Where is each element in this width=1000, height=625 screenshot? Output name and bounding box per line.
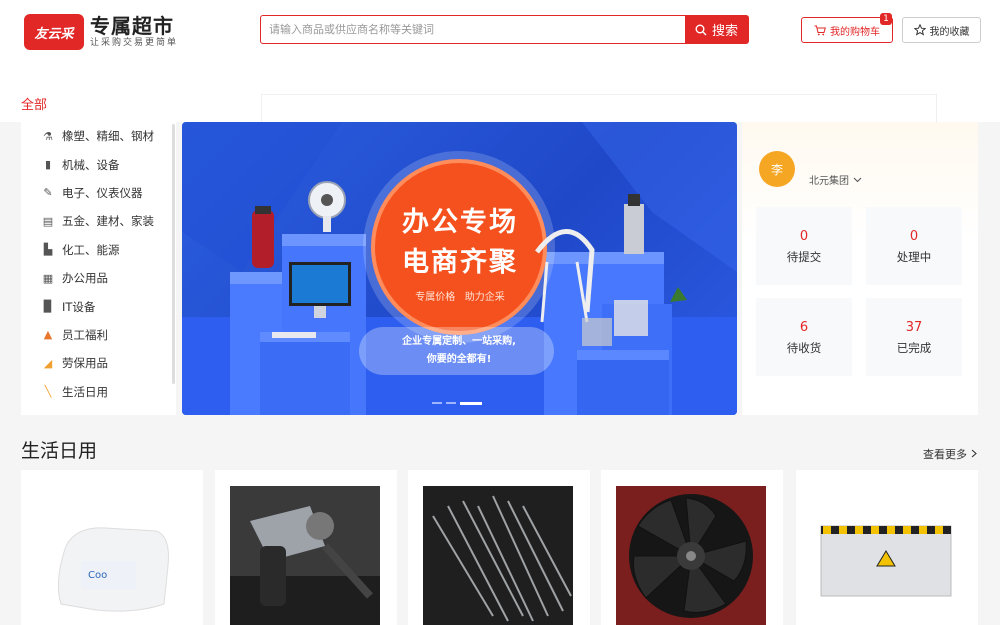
user-panel: 李 北元集团 0 待提交 0 处理中 6 待收货 37 已完成 — [742, 122, 978, 415]
favorites-button[interactable]: 我的收藏 — [902, 17, 981, 43]
category-scrollbar[interactable] — [172, 124, 175, 384]
nav-all-categories[interactable]: 全部 — [21, 94, 47, 113]
banner-title-line2: 电商齐聚 — [402, 247, 518, 278]
category-item[interactable]: ▮ 机械、设备 — [21, 150, 176, 178]
gift-icon: ▲ — [43, 328, 53, 342]
search-button[interactable]: 搜索 — [685, 16, 748, 43]
printer-icon: ▤ — [42, 214, 54, 228]
category-item[interactable]: ▙ 化工、能源 — [21, 236, 176, 264]
stat-count: 0 — [909, 228, 919, 244]
stat-label: 待收货 — [786, 340, 822, 355]
product-card[interactable] — [408, 470, 590, 625]
search-icon — [695, 24, 707, 35]
section-title: 生活日用 — [21, 440, 98, 462]
product-image: Coo — [36, 486, 186, 625]
cart-label: 我的购物车 — [830, 26, 880, 38]
site-logo[interactable]: 友云采 专属超市 让采购交易更简单 — [24, 14, 178, 50]
brush-icon: ╲ — [44, 385, 52, 399]
flask-icon: ▙ — [43, 243, 53, 257]
product-image — [616, 486, 766, 625]
favorites-label: 我的收藏 — [929, 26, 970, 38]
category-item[interactable]: ✎ 电子、仪表仪器 — [21, 179, 176, 207]
category-item[interactable]: ⚗ 橡塑、精细、钢材 — [21, 122, 176, 150]
cart-button[interactable]: 我的购物车 1 — [801, 13, 893, 43]
product-image — [423, 486, 573, 625]
safety-icon: ◢ — [43, 356, 53, 370]
product-card[interactable] — [215, 470, 397, 625]
company-selector[interactable]: 北元集团 — [809, 172, 862, 187]
category-sidebar: ⚗ 橡塑、精细、钢材 ▮ 机械、设备 ✎ 电子、仪表仪器 ▤ 五金、建材、家装 ▙ 化工、… — [21, 122, 176, 415]
chemical-icon: ⚗ — [43, 129, 53, 143]
stat-label: 已完成 — [896, 340, 932, 355]
stat-label: 处理中 — [896, 249, 932, 264]
stat-processing[interactable]: 0 处理中 — [866, 207, 962, 285]
product-card[interactable] — [796, 470, 978, 625]
stat-label: 待提交 — [786, 249, 822, 264]
stat-completed[interactable]: 37 已完成 — [866, 298, 962, 376]
category-item[interactable]: ▉ IT设备 — [21, 292, 176, 320]
document-icon: ▮ — [44, 158, 52, 172]
stat-pending-submit[interactable]: 0 待提交 — [756, 207, 852, 285]
office-icon: ▦ — [42, 271, 54, 285]
svg-text:Coo: Coo — [88, 570, 107, 581]
pen-icon: ✎ — [43, 186, 53, 200]
view-more-label: 查看更多 — [923, 448, 967, 461]
cart-count-badge: 1 — [880, 13, 892, 25]
banner-title-line1: 办公专场 — [402, 207, 518, 238]
nav-bar — [261, 94, 937, 122]
chevron-right-icon — [971, 449, 977, 458]
star-icon — [913, 24, 926, 36]
category-item[interactable]: ▲ 员工福利 — [21, 321, 176, 349]
banner-active-dot — [460, 402, 482, 405]
category-item[interactable]: ▦ 办公用品 — [21, 264, 176, 292]
site-header: 友云采 专属超市 让采购交易更简单 搜索 我的购物车 1 我的收藏 全部 — [0, 0, 1000, 122]
banner-slogan-line1: 企业专属定制、一站采购, — [402, 336, 516, 347]
company-name: 北元集团 — [809, 176, 849, 187]
stat-count: 37 — [905, 319, 923, 335]
avatar[interactable]: 李 — [759, 151, 795, 187]
search-button-label: 搜索 — [711, 24, 738, 39]
product-image — [230, 486, 380, 625]
stat-pending-receipt[interactable]: 6 待收货 — [756, 298, 852, 376]
product-card[interactable] — [601, 470, 783, 625]
logo-subtitle: 让采购交易更简单 — [90, 38, 179, 48]
category-item[interactable]: ◢ 劳保用品 — [21, 349, 176, 377]
chevron-down-icon — [853, 177, 862, 182]
stat-count: 0 — [799, 228, 809, 244]
search-input[interactable] — [261, 16, 685, 43]
banner-tagline: 专属价格 助力企采 — [415, 292, 505, 303]
view-more-link[interactable]: 查看更多 — [923, 446, 977, 462]
logo-badge: 友云采 — [24, 14, 84, 50]
cart-icon — [814, 25, 826, 35]
logo-title: 专属超市 — [90, 14, 174, 38]
stat-count: 6 — [799, 319, 809, 335]
product-card[interactable]: Coo — [21, 470, 203, 625]
computer-icon: ▉ — [43, 300, 53, 314]
category-item[interactable]: ╲ 生活日用 — [21, 378, 176, 406]
product-image — [811, 486, 961, 625]
promo-banner[interactable]: 办公专场 电商齐聚 专属价格 助力企采 企业专属定制、一站采购, 你要的全都有! — [182, 122, 737, 415]
search-bar: 搜索 — [260, 15, 749, 44]
category-item[interactable]: ▤ 五金、建材、家装 — [21, 207, 176, 235]
banner-slogan-line2: 你要的全都有! — [426, 354, 492, 365]
